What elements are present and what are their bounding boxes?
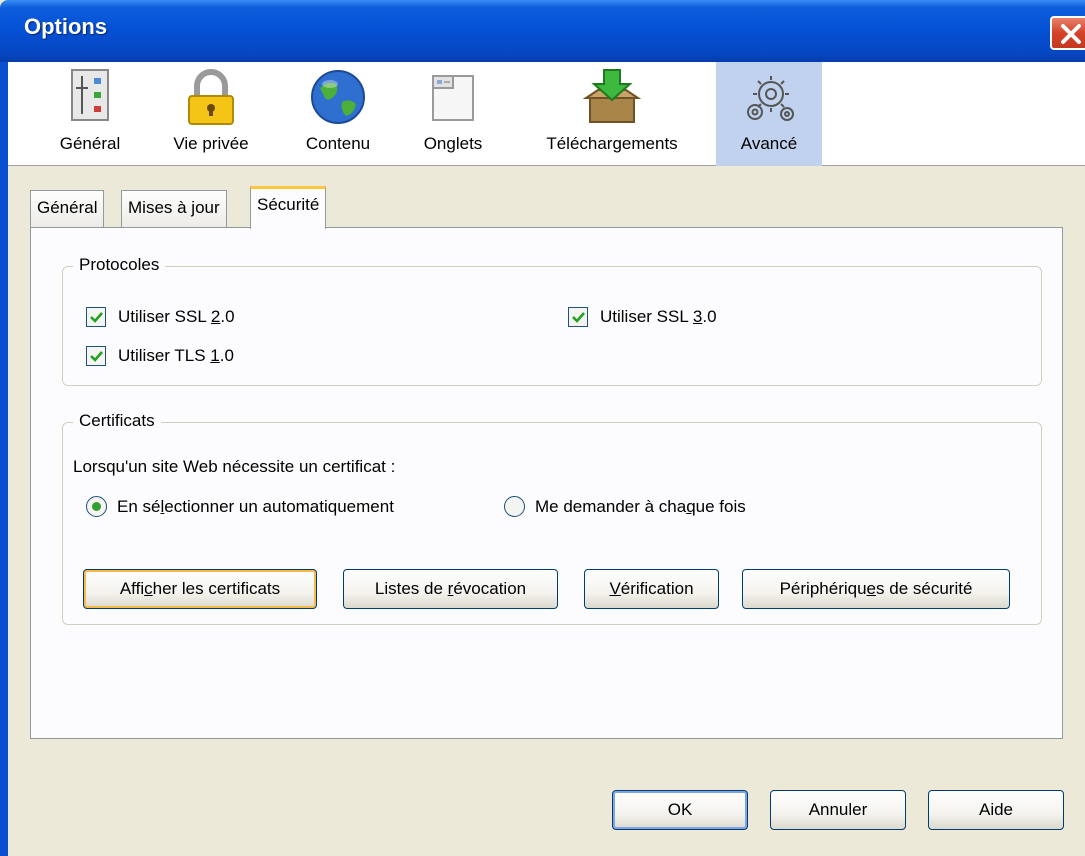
certificates-group: Certificats Lorsqu'un site Web nécessite… — [62, 411, 1042, 625]
toolbar-content-label: Contenu — [305, 134, 371, 153]
toolbar-content-button[interactable]: Contenu — [288, 62, 388, 166]
ask-every-time-radio[interactable]: Me demander à chaque fois — [504, 496, 746, 517]
tabs-window-icon — [432, 75, 474, 121]
toolbar-general-button[interactable]: Général — [42, 62, 138, 166]
tab-updates-label: Mises à jour — [128, 198, 220, 217]
ssl3-checkbox-box[interactable] — [568, 307, 588, 327]
certificate-prompt: Lorsqu'un site Web nécessite un certific… — [73, 457, 396, 476]
view-certificates-button[interactable]: Afficher les certificats — [83, 569, 317, 609]
auto-select-radio[interactable]: En sélectionner un automatiquement — [86, 496, 394, 517]
checkmark-icon — [572, 312, 585, 323]
tab-general[interactable]: Général — [30, 190, 105, 228]
window-frame-left — [0, 62, 8, 856]
toolbar-advanced-button[interactable]: Avancé — [716, 62, 822, 166]
auto-select-radio-button[interactable] — [86, 496, 107, 517]
security-devices-button[interactable]: Périphériques de sécurité — [742, 569, 1010, 609]
revocation-lists-button[interactable]: Listes de révocation — [343, 569, 558, 609]
security-tab-panel: Protocoles Utiliser SSL 2.0 Utiliser SSL… — [30, 227, 1063, 739]
auto-select-label: En sélectionner un automatiquement — [117, 496, 394, 516]
tab-general-label: Général — [37, 198, 98, 217]
close-icon — [1061, 24, 1081, 44]
toolbar-general-label: Général — [59, 134, 121, 153]
certificates-group-title: Certificats — [73, 411, 161, 431]
tab-security[interactable]: Sécurité — [250, 186, 327, 229]
toolbar-downloads-button[interactable]: Téléchargements — [520, 62, 704, 166]
tls1-label: Utiliser TLS 1.0 — [118, 346, 234, 365]
toolbar-advanced-label: Avancé — [740, 134, 798, 153]
protocols-group-title: Protocoles — [73, 255, 166, 275]
gears-icon — [747, 76, 794, 121]
toolbar-privacy-label: Vie privée — [173, 134, 249, 153]
globe-icon — [311, 70, 365, 124]
ssl3-label: Utiliser SSL 3.0 — [600, 307, 717, 326]
protocols-group: Protocoles Utiliser SSL 2.0 Utiliser SSL… — [62, 255, 1042, 386]
tab-security-label: Sécurité — [257, 195, 320, 214]
checkmark-icon — [90, 312, 103, 323]
settings-sliders-icon — [71, 69, 109, 121]
toolbar-privacy-button[interactable]: Vie privée — [152, 62, 270, 166]
cancel-button[interactable]: Annuler — [770, 790, 906, 830]
download-box-icon — [582, 69, 642, 123]
tab-updates[interactable]: Mises à jour — [121, 190, 227, 228]
toolbar-tabs-label: Onglets — [423, 134, 483, 153]
help-button[interactable]: Aide — [928, 790, 1064, 830]
ssl2-checkbox-box[interactable] — [86, 307, 106, 327]
tls1-checkbox-box[interactable] — [86, 346, 106, 366]
checkmark-icon — [90, 351, 103, 362]
padlock-icon — [188, 69, 234, 125]
ssl2-label: Utiliser SSL 2.0 — [118, 307, 235, 326]
ask-every-time-radio-button[interactable] — [504, 496, 525, 517]
ask-every-time-label: Me demander à chaque fois — [535, 496, 746, 516]
verification-button[interactable]: Vérification — [584, 569, 719, 609]
toolbar-downloads-label: Téléchargements — [546, 134, 678, 153]
ssl3-checkbox[interactable]: Utiliser SSL 3.0 — [568, 307, 717, 327]
window-title: Options — [24, 14, 108, 39]
close-button[interactable] — [1050, 16, 1085, 50]
preferences-toolbar: Général Vie privée Contenu Onglets Téléc… — [8, 62, 1085, 166]
toolbar-tabs-button[interactable]: Onglets — [404, 62, 502, 166]
title-bar: Options — [0, 0, 1085, 62]
tls1-checkbox[interactable]: Utiliser TLS 1.0 — [86, 346, 234, 366]
ssl2-checkbox[interactable]: Utiliser SSL 2.0 — [86, 307, 235, 327]
ok-button[interactable]: OK — [612, 790, 748, 830]
